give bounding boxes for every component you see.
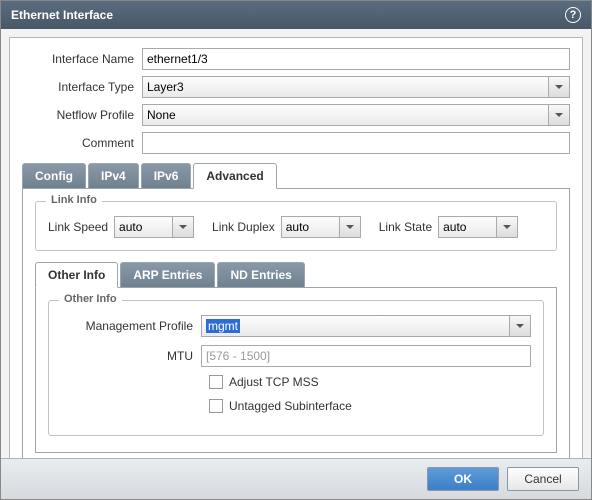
main-tabs: Config IPv4 IPv6 Advanced <box>22 163 570 189</box>
management-profile-label: Management Profile <box>61 319 201 333</box>
ethernet-interface-dialog: Ethernet Interface ? Interface Name Inte… <box>0 0 592 500</box>
comment-input[interactable] <box>142 132 570 154</box>
untagged-subinterface-label: Untagged Subinterface <box>229 399 352 413</box>
tab-advanced[interactable]: Advanced <box>193 163 276 189</box>
subtab-arp-entries[interactable]: ARP Entries <box>120 262 215 288</box>
tab-ipv6[interactable]: IPv6 <box>141 163 192 189</box>
adjust-tcp-mss-label: Adjust TCP MSS <box>229 375 319 389</box>
cancel-button[interactable]: Cancel <box>507 467 579 491</box>
subtab-nd-entries[interactable]: ND Entries <box>217 262 304 288</box>
netflow-profile-label: Netflow Profile <box>22 108 142 122</box>
dialog-title: Ethernet Interface <box>11 8 113 22</box>
other-info-legend: Other Info <box>59 293 122 305</box>
link-state-label: Link State <box>379 220 432 234</box>
sub-tabs: Other Info ARP Entries ND Entries <box>35 262 557 288</box>
netflow-profile-select[interactable] <box>142 104 570 126</box>
dialog-titlebar: Ethernet Interface ? <box>1 1 591 29</box>
tab-config[interactable]: Config <box>22 163 86 189</box>
tab-ipv4[interactable]: IPv4 <box>88 163 139 189</box>
link-duplex-select[interactable] <box>281 216 361 238</box>
management-profile-select[interactable]: mgmt <box>201 315 531 337</box>
ok-button[interactable]: OK <box>427 467 499 491</box>
comment-label: Comment <box>22 136 142 150</box>
other-info-fieldset: Other Info Management Profile mgmt MTU A… <box>48 300 544 436</box>
link-speed-label: Link Speed <box>48 220 108 234</box>
main-panel: Interface Name Interface Type Netflow Pr… <box>9 37 583 458</box>
adjust-tcp-mss-checkbox[interactable] <box>209 375 223 389</box>
untagged-subinterface-checkbox[interactable] <box>209 399 223 413</box>
dialog-body: Interface Name Interface Type Netflow Pr… <box>1 29 591 458</box>
management-profile-value: mgmt <box>206 319 240 333</box>
interface-type-label: Interface Type <box>22 80 142 94</box>
link-state-select[interactable] <box>438 216 518 238</box>
interface-name-input[interactable] <box>142 48 570 70</box>
link-speed-select[interactable] <box>114 216 194 238</box>
mtu-label: MTU <box>61 349 201 363</box>
link-info-legend: Link Info <box>46 194 102 206</box>
interface-name-label: Interface Name <box>22 52 142 66</box>
mtu-input[interactable] <box>201 345 531 367</box>
help-icon[interactable]: ? <box>565 7 581 23</box>
dialog-footer: OK Cancel <box>1 458 591 499</box>
subtab-other-content: Other Info Management Profile mgmt MTU A… <box>35 287 557 453</box>
subtab-other-info[interactable]: Other Info <box>35 262 118 288</box>
tab-advanced-content: Link Info Link Speed Link Duplex Link St… <box>22 188 570 458</box>
link-duplex-label: Link Duplex <box>212 220 275 234</box>
interface-type-select[interactable] <box>142 76 570 98</box>
link-info-fieldset: Link Info Link Speed Link Duplex Link St… <box>35 201 557 251</box>
